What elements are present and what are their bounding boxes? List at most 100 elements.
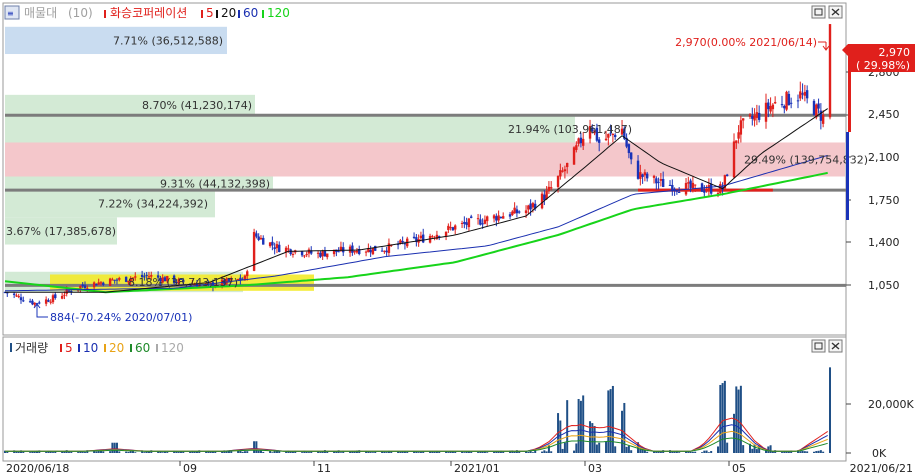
volume-bar	[301, 452, 304, 453]
candle-body	[451, 227, 455, 231]
price-axis-label: 2,100	[868, 151, 900, 164]
volume-bar	[545, 451, 548, 453]
candle-body	[561, 170, 564, 172]
candle-body	[492, 215, 496, 219]
candle-body	[675, 190, 679, 192]
volume-bar	[278, 451, 281, 453]
candle-body	[652, 175, 656, 178]
volume-bar	[659, 451, 662, 453]
candle-body	[63, 294, 66, 296]
candle-body	[300, 251, 304, 256]
time-axis-label: 2021/06/21	[850, 462, 913, 475]
candle-body	[524, 210, 528, 214]
legend-lead: 매물대	[24, 6, 57, 20]
candle-body	[353, 251, 356, 253]
volume-bar	[513, 451, 516, 453]
candle-body	[764, 102, 768, 122]
candle-body	[262, 237, 265, 245]
volume-bar	[595, 444, 598, 453]
candle-body	[319, 252, 322, 257]
volume-restore-button[interactable]	[811, 339, 826, 353]
volume-bar	[486, 452, 489, 453]
volume-bar	[531, 452, 534, 453]
volume-bar	[113, 442, 116, 453]
vol-legend-ma5: 5	[65, 341, 73, 355]
volume-bar	[253, 441, 256, 453]
volume-bar	[335, 451, 338, 453]
candle-body	[735, 140, 738, 144]
price-restore-button[interactable]	[811, 5, 826, 19]
price-close-button[interactable]	[828, 5, 843, 19]
candle-body	[643, 172, 647, 176]
volume-bar	[742, 445, 745, 453]
volume-bar	[33, 451, 36, 453]
current-price: 2,970	[879, 46, 911, 59]
volume-bar	[109, 451, 112, 453]
time-axis-label: 03	[588, 462, 602, 475]
stock-chart-window: 7.71% (36,512,588) 8.70% (41,230,174) 21.9…	[0, 0, 915, 475]
candle-body	[465, 222, 468, 226]
legend-ma20: 20	[221, 6, 236, 20]
price-axis-label: 1,750	[868, 194, 900, 207]
volume-bar	[561, 448, 564, 453]
candle-body	[479, 219, 482, 225]
candle-body	[303, 255, 306, 257]
volume-bar	[598, 442, 601, 453]
legend-indicator: 화승코퍼레이션	[110, 6, 187, 20]
candle-body	[529, 203, 532, 210]
candle-body	[380, 250, 384, 252]
candle-body	[307, 249, 311, 254]
candle-body	[502, 216, 505, 219]
candle-body	[565, 162, 569, 168]
vol-legend-lead: 거래량	[15, 341, 48, 355]
candle-body	[684, 182, 688, 195]
candle-body	[751, 115, 754, 119]
volume-bar	[399, 451, 402, 453]
chart-canvas: 7.71% (36,512,588) 8.70% (41,230,174) 21.9…	[0, 0, 915, 475]
candle-body	[54, 294, 57, 299]
volume-bar	[262, 451, 265, 453]
volume-bar	[45, 452, 48, 453]
volume-bar	[691, 451, 694, 453]
volume-bar	[477, 452, 480, 453]
vol-legend-ma60: 60	[135, 341, 150, 355]
volume-bar	[723, 380, 726, 453]
volume-bar	[625, 446, 628, 453]
candle-body	[481, 223, 484, 225]
volume-bar	[822, 451, 825, 453]
price-axis-label: 1,050	[868, 279, 900, 292]
volume-bar	[829, 367, 832, 453]
volume-bar	[29, 452, 32, 453]
candle-body	[517, 211, 521, 213]
candle-body	[725, 174, 729, 177]
candle-body	[337, 251, 340, 253]
candle-body	[540, 193, 544, 209]
candle-body	[531, 203, 535, 208]
volume-bar	[573, 450, 576, 453]
candle-body	[476, 218, 480, 220]
candle-body	[716, 192, 720, 194]
vol-legend-ma10: 10	[83, 341, 98, 355]
volume-bar	[22, 451, 25, 453]
volume-bar	[271, 452, 274, 453]
legend-ma120: 120	[267, 6, 290, 20]
time-axis-label: 11	[317, 462, 331, 475]
candle-body	[371, 247, 375, 255]
candle-body	[597, 139, 601, 143]
candle-body	[467, 218, 471, 228]
volume-bar	[371, 452, 374, 453]
candle-body	[31, 300, 34, 305]
volume-close-button[interactable]	[828, 339, 843, 353]
volume-bar	[799, 451, 802, 453]
candle-body	[789, 102, 793, 104]
candle-body	[19, 297, 23, 301]
volume-bar	[17, 451, 20, 453]
candle-body	[351, 245, 354, 253]
candle-body	[657, 181, 660, 183]
candle-body	[463, 221, 466, 224]
candle-body	[316, 252, 320, 254]
volume-bar	[243, 451, 246, 453]
time-axis-label: 2021/01	[454, 462, 500, 475]
candle-body	[323, 250, 327, 257]
candle-body	[385, 250, 388, 253]
